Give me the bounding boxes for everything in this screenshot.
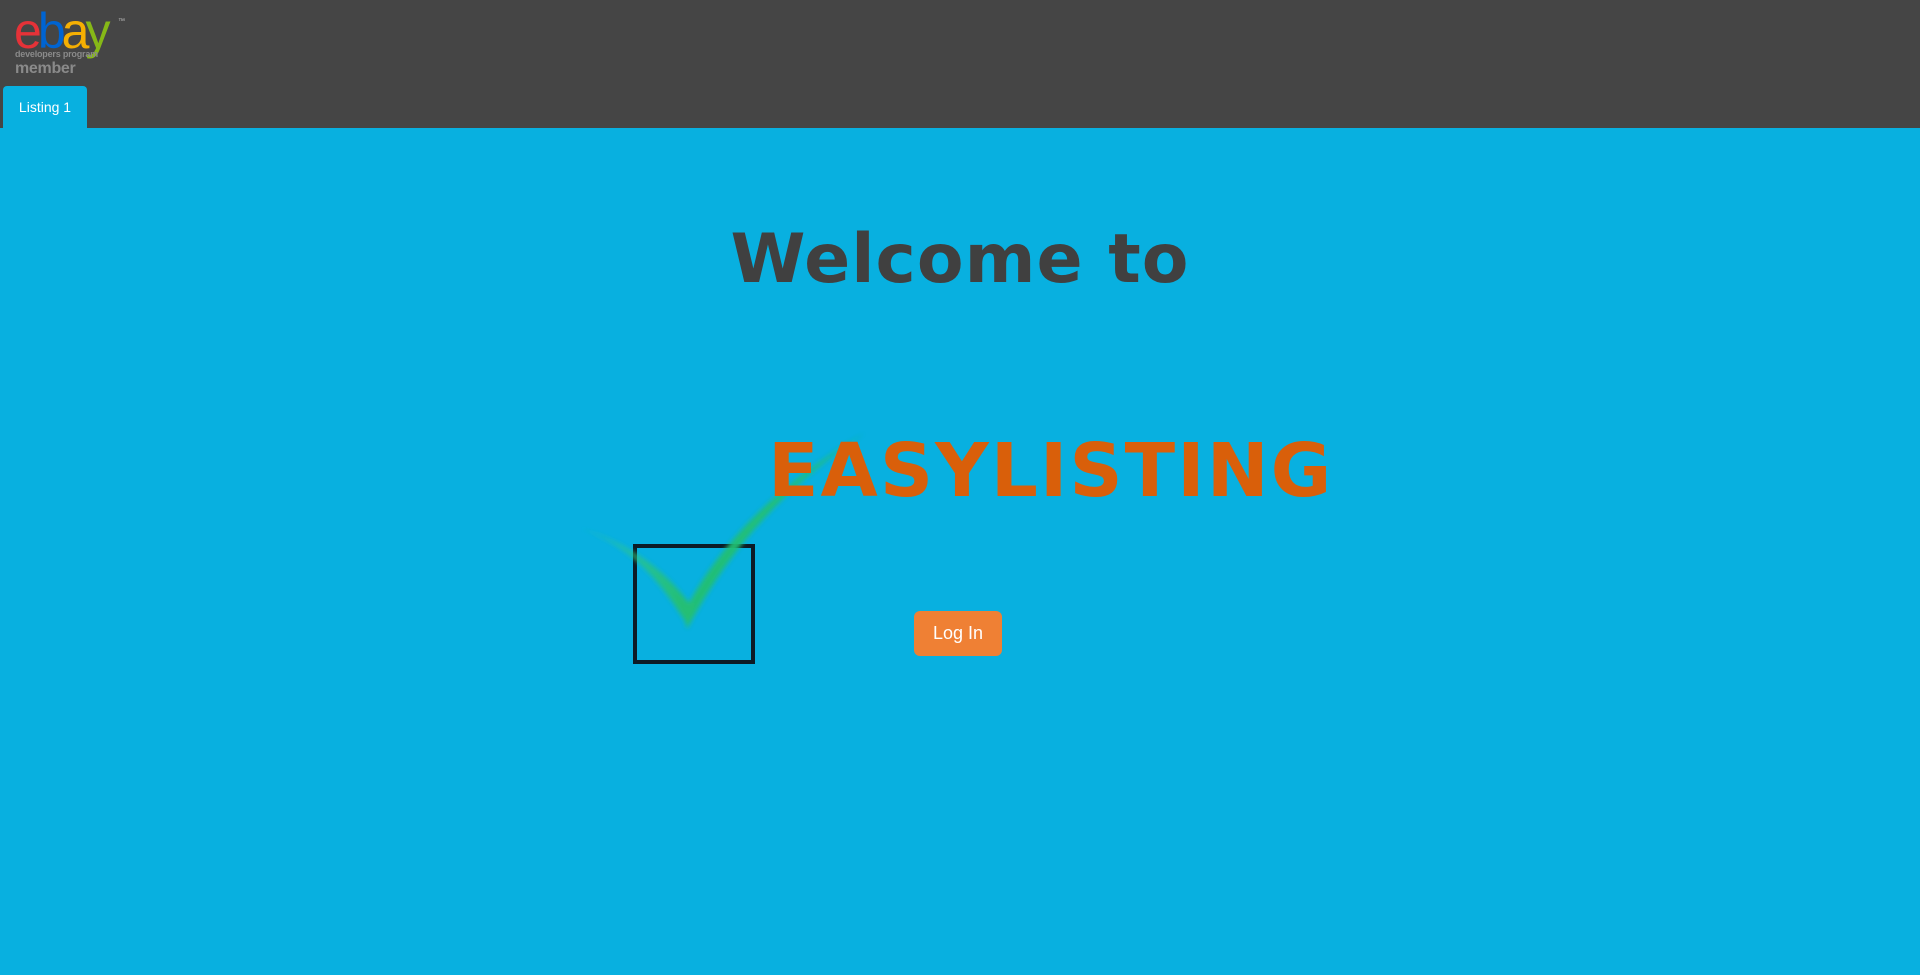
ebay-letter-b: b: [37, 3, 66, 59]
logo-member-label: member: [15, 60, 76, 77]
tab-listing-1[interactable]: Listing 1: [3, 86, 87, 128]
ebay-wordmark: ebay: [14, 3, 110, 59]
main-content: Welcome to EASYLISTING Log In: [0, 128, 1920, 975]
logo-subtitle: developers program: [15, 49, 98, 59]
login-button[interactable]: Log In: [914, 611, 1002, 656]
welcome-heading: Welcome to: [730, 220, 1190, 299]
brand-name: EASYLISTING: [768, 428, 1334, 514]
trademark-mark: ™: [118, 18, 125, 25]
ebay-letter-e: e: [14, 3, 42, 59]
ebay-developers-logo[interactable]: ebay ™ developers program member: [14, 3, 144, 83]
ebay-letter-y: y: [85, 3, 110, 59]
ebay-letter-a: a: [61, 3, 90, 59]
app-root: ebay ™ developers program member Listing…: [0, 0, 1920, 975]
top-header: ebay ™ developers program member Listing…: [0, 0, 1920, 128]
tab-label: Listing 1: [18, 99, 72, 115]
